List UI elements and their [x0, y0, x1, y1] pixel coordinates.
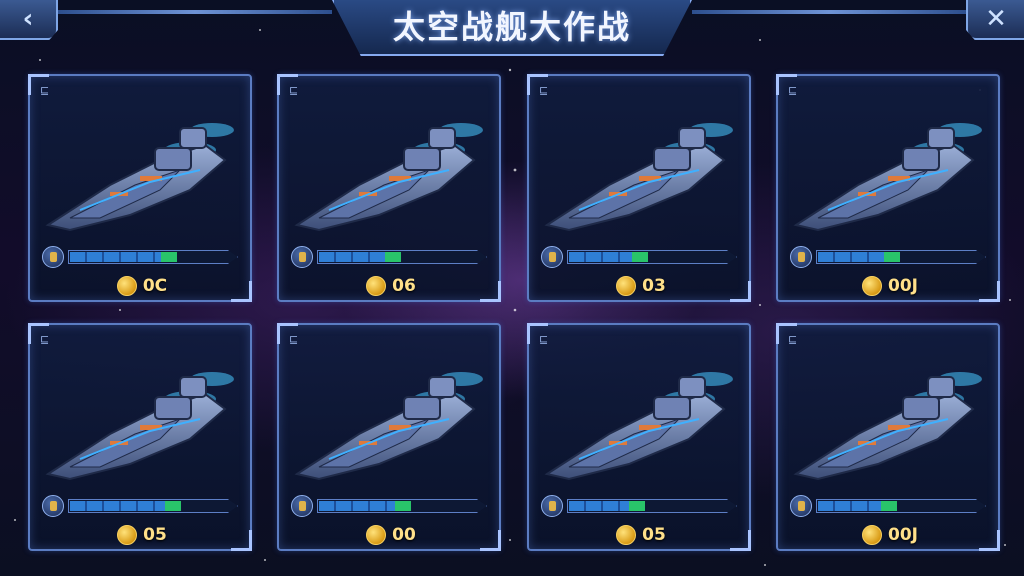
back-button[interactable]: ‹ [0, 0, 58, 40]
gold-coin-icon [117, 525, 138, 545]
pilot-avatar-icon [541, 246, 563, 268]
ship-card[interactable]: ⊑ 03 [527, 74, 751, 302]
level-row [42, 495, 242, 517]
level-progress-tip [884, 252, 900, 262]
spaceship-image [539, 339, 743, 489]
pilot-avatar-icon [790, 495, 812, 517]
level-progress-bar [816, 499, 986, 513]
spaceship-image [788, 90, 992, 240]
cost-value: 00J [888, 525, 918, 545]
cost-row: 00J [778, 274, 1002, 298]
ship-card[interactable]: ⊑ 00J [776, 74, 1000, 302]
gold-coin-icon [616, 276, 637, 296]
spaceship-image [289, 90, 493, 240]
cost-row: 03 [529, 274, 753, 298]
cost-value: 05 [642, 525, 666, 545]
pilot-avatar-icon [42, 246, 64, 268]
level-progress-tip [385, 252, 401, 262]
spaceship-image [788, 339, 992, 489]
pilot-avatar-icon [790, 246, 812, 268]
gold-coin-icon [366, 276, 387, 296]
spaceship-image [539, 90, 743, 240]
level-progress-bar [567, 499, 737, 513]
cost-row: 05 [529, 523, 753, 547]
cost-value: 00 [392, 525, 416, 545]
cost-value: 0C [142, 276, 168, 296]
top-rail-left [58, 10, 332, 14]
gold-coin-icon [366, 525, 387, 545]
cost-row: 0C [30, 274, 254, 298]
close-button[interactable]: ✕ [966, 0, 1024, 40]
pilot-avatar-icon [291, 495, 313, 517]
level-progress-bar [567, 250, 737, 264]
level-progress-tip [395, 501, 411, 511]
gold-coin-icon [862, 276, 882, 296]
cost-row: 00 [279, 523, 503, 547]
gold-coin-icon [862, 525, 882, 545]
level-row [790, 495, 990, 517]
close-icon: ✕ [985, 4, 1007, 34]
title-plate: 太空战舰大作战 [332, 0, 692, 56]
level-row [291, 495, 491, 517]
level-progress-bar [68, 499, 238, 513]
level-progress-tip [161, 252, 177, 262]
cost-value: 06 [392, 276, 416, 296]
cost-value: 00J [888, 276, 918, 296]
cost-row: 05 [30, 523, 254, 547]
ship-card[interactable]: ⊑ 06 [277, 74, 501, 302]
gold-coin-icon [116, 276, 137, 296]
level-progress-bar [816, 250, 986, 264]
level-progress-fill [319, 252, 385, 262]
pilot-avatar-icon [42, 495, 64, 517]
spaceship-image [40, 339, 244, 489]
level-progress-fill [319, 501, 395, 511]
ship-card[interactable]: ⊑ 00J [776, 323, 1000, 551]
level-progress-bar [317, 499, 487, 513]
spaceship-image [289, 339, 493, 489]
pilot-avatar-icon [541, 495, 563, 517]
level-row [42, 246, 242, 268]
top-bar: ‹ 太空战舰大作战 ✕ [0, 0, 1024, 56]
level-progress-fill [569, 501, 629, 511]
page-title: 太空战舰大作战 [392, 8, 631, 46]
cost-row: 06 [279, 274, 503, 298]
ship-card[interactable]: ⊑ 05 [527, 323, 751, 551]
level-progress-tip [881, 501, 897, 511]
level-progress-fill [818, 252, 884, 262]
level-progress-tip [632, 252, 648, 262]
gold-coin-icon [616, 525, 637, 545]
chevron-left-icon: ‹ [22, 4, 34, 34]
cost-row: 00J [778, 523, 1002, 547]
level-row [541, 246, 741, 268]
level-row [790, 246, 990, 268]
ship-card[interactable]: ⊑ 05 [28, 323, 252, 551]
level-progress-fill [70, 501, 165, 511]
pilot-avatar-icon [291, 246, 313, 268]
level-progress-fill [569, 252, 632, 262]
level-row [291, 246, 491, 268]
level-progress-tip [629, 501, 645, 511]
cost-value: 03 [642, 276, 666, 296]
level-progress-fill [818, 501, 881, 511]
level-progress-fill [70, 252, 161, 262]
ship-card[interactable]: ⊑ 0C [28, 74, 252, 302]
top-rail-right [692, 10, 966, 14]
cost-value: 05 [143, 525, 167, 545]
level-progress-bar [317, 250, 487, 264]
ship-card[interactable]: ⊑ 00 [277, 323, 501, 551]
level-row [541, 495, 741, 517]
spaceship-image [40, 90, 244, 240]
level-progress-bar [68, 250, 238, 264]
level-progress-tip [165, 501, 181, 511]
